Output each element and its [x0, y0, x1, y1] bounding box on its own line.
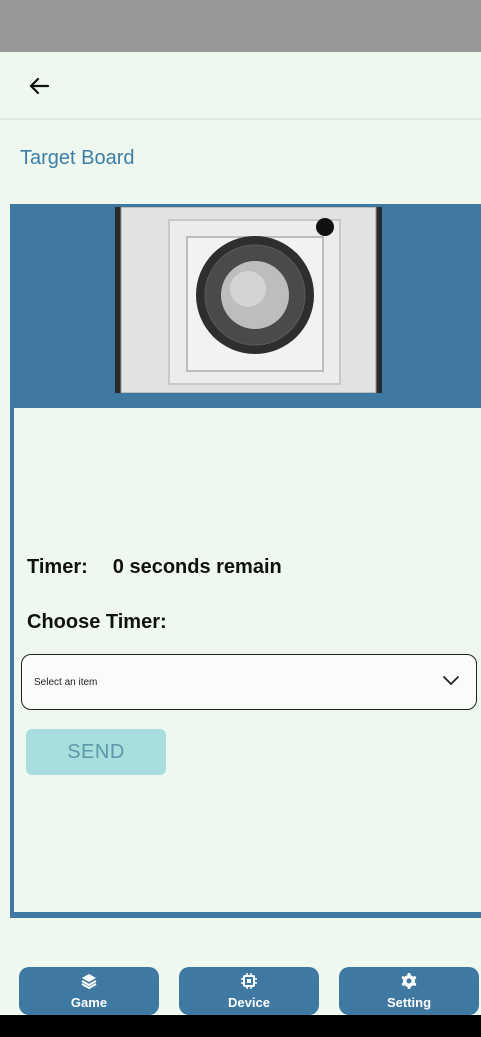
- send-button[interactable]: SEND: [26, 729, 166, 775]
- nav-setting-button[interactable]: Setting: [339, 967, 479, 1015]
- timer-value: 0 seconds remain: [112, 556, 282, 578]
- gear-icon: [401, 973, 417, 989]
- chevron-down-icon: [443, 676, 459, 685]
- status-bar: [0, 0, 481, 52]
- choose-timer-label: Choose Timer:: [27, 611, 167, 633]
- back-button[interactable]: [24, 72, 58, 100]
- nav-game-button[interactable]: Game: [19, 967, 159, 1015]
- nav-device-button[interactable]: Device: [179, 967, 319, 1015]
- timer-status: Timer: 0 seconds remain: [27, 556, 282, 579]
- panel-bottom-border: [10, 912, 481, 918]
- nav-setting-label: Setting: [386, 995, 432, 1010]
- page-title: Target Board: [20, 147, 135, 169]
- timer-label: Timer:: [27, 556, 88, 578]
- chip-icon: [241, 973, 257, 989]
- nav-game-label: Game: [70, 995, 108, 1010]
- select-placeholder: Select an item: [34, 677, 98, 688]
- target-board-photo: [115, 207, 382, 393]
- app-bar: [0, 52, 481, 120]
- layers-icon: [81, 974, 97, 989]
- arrow-left-icon: [29, 77, 50, 95]
- system-nav-bar: [0, 1015, 481, 1037]
- nav-device-label: Device: [228, 995, 270, 1010]
- timer-select[interactable]: Select an item: [21, 654, 477, 710]
